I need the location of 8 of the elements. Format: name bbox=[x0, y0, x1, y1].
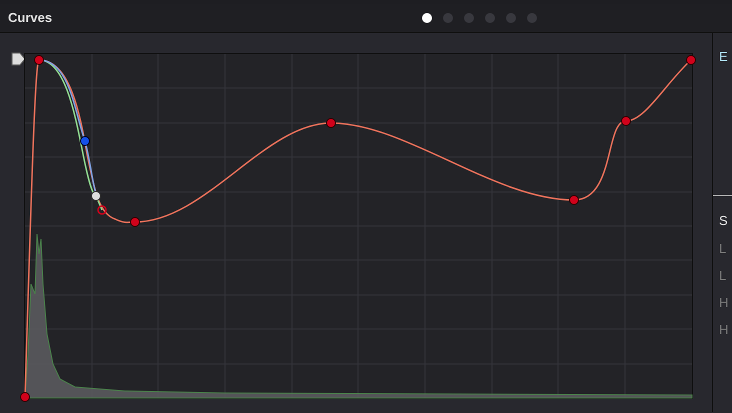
panel-title: Curves bbox=[8, 9, 52, 28]
setting-label: H bbox=[719, 321, 730, 338]
setting-label: L bbox=[719, 267, 728, 284]
section-heading: E bbox=[719, 48, 729, 65]
setting-label: H bbox=[719, 294, 730, 311]
point-marker-icon[interactable] bbox=[11, 52, 26, 66]
section-heading: S bbox=[719, 212, 729, 229]
setting-label: L bbox=[719, 240, 728, 257]
